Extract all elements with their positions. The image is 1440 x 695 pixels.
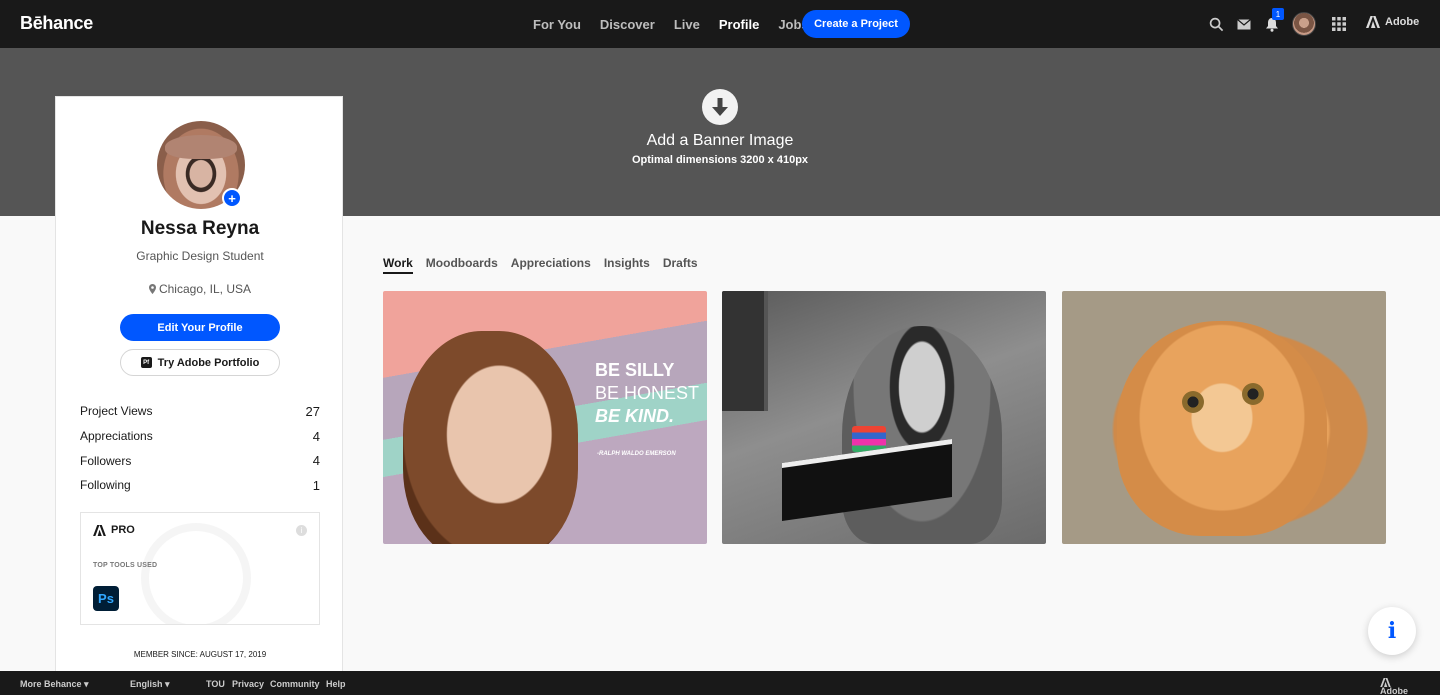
apps-grid-icon[interactable] — [1329, 14, 1349, 34]
footer-language[interactable]: English ▾ — [130, 679, 170, 690]
project-card-reader[interactable] — [722, 291, 1046, 544]
banner-subtitle: Optimal dimensions 3200 x 410px — [631, 154, 809, 166]
stat-row[interactable]: Following 1 — [80, 473, 320, 498]
stat-label: Appreciations — [80, 429, 153, 444]
profile-card: + Nessa Reyna Graphic Design Student Chi… — [55, 96, 343, 676]
banner-title: Add a Banner Image — [646, 132, 794, 149]
nav-profile[interactable]: Profile — [719, 17, 759, 32]
user-avatar[interactable] — [1292, 12, 1316, 36]
add-avatar-plus-icon[interactable]: + — [222, 188, 242, 208]
portfolio-icon: Pf — [140, 357, 152, 368]
nav-live[interactable]: Live — [674, 17, 700, 32]
top-navigation: Bēhance For You Discover Live Profile Jo… — [0, 0, 1440, 48]
profile-role: Graphic Design Student — [136, 249, 264, 263]
mail-icon[interactable] — [1234, 14, 1254, 34]
chalkboard-shape — [722, 291, 768, 411]
top-tools-label: TOP TOOLS USED — [93, 562, 158, 569]
project-card-cat[interactable] — [1062, 291, 1386, 544]
stat-value: 4 — [312, 428, 320, 444]
create-project-button[interactable]: Create a Project — [802, 10, 910, 38]
pro-watermark — [141, 523, 251, 624]
stat-value: 1 — [312, 477, 320, 493]
footer-link-tou[interactable]: TOU — [206, 679, 225, 689]
project-image-girl — [403, 331, 578, 544]
info-icon[interactable]: i — [296, 525, 307, 536]
adobe-pro-box: PRO i TOP TOOLS USED Ps — [80, 512, 320, 625]
adobe-label: Adobe — [1385, 16, 1420, 28]
quote-line: BE SILLY — [595, 360, 675, 380]
footer: More Behance ▾ English ▾ TOU Privacy Com… — [0, 671, 1440, 695]
location-text: Chicago, IL, USA — [158, 282, 252, 296]
try-adobe-portfolio-button[interactable]: Pf Try Adobe Portfolio — [120, 349, 280, 376]
nav-for-you[interactable]: For You — [533, 17, 581, 32]
footer-link-community[interactable]: Community — [270, 679, 320, 689]
stat-label: Following — [80, 478, 131, 493]
stat-row[interactable]: Project Views 27 — [80, 399, 320, 424]
project-card-quote[interactable]: BE SILLY BE HONEST BE KIND. -RALPH WALDO… — [383, 291, 707, 544]
location-pin-icon — [148, 284, 156, 294]
pro-header: PRO — [93, 524, 135, 536]
profile-name: Nessa Reyna — [140, 218, 260, 239]
footer-link-help[interactable]: Help — [326, 679, 346, 689]
search-icon[interactable] — [1206, 14, 1226, 34]
photoshop-icon[interactable]: Ps — [93, 586, 119, 611]
tab-work[interactable]: Work — [383, 256, 413, 274]
download-arrow-icon[interactable] — [702, 89, 738, 125]
quote-line: BE HONEST — [595, 383, 700, 403]
main-nav: For You Discover Live Profile Jobs — [533, 0, 828, 48]
member-since: MEMBER SINCE: AUGUST 17, 2019 — [133, 650, 267, 659]
nav-discover[interactable]: Discover — [600, 17, 655, 32]
adobe-logo-icon — [93, 524, 106, 536]
stat-row[interactable]: Appreciations 4 — [80, 424, 320, 449]
footer-more-behance[interactable]: More Behance ▾ — [20, 679, 89, 690]
adobe-logo-icon — [1366, 16, 1380, 28]
profile-tabs: Work Moodboards Appreciations Insights D… — [383, 256, 711, 274]
tab-moodboards[interactable]: Moodboards — [426, 256, 498, 274]
profile-location: Chicago, IL, USA — [56, 282, 344, 296]
portfolio-label: Try Adobe Portfolio — [157, 356, 260, 369]
footer-adobe[interactable]: Adobe — [1380, 678, 1408, 695]
cat-eye — [1242, 383, 1264, 405]
project-image-cat — [1117, 321, 1327, 536]
stat-label: Project Views — [80, 404, 153, 419]
stat-row[interactable]: Followers 4 — [80, 448, 320, 473]
quote-text: BE SILLY BE HONEST BE KIND. -RALPH WALDO… — [595, 359, 699, 458]
tab-appreciations[interactable]: Appreciations — [511, 256, 591, 274]
stat-value: 27 — [305, 403, 320, 419]
cat-eye — [1182, 391, 1204, 413]
profile-stats: Project Views 27 Appreciations 4 Followe… — [80, 399, 320, 498]
footer-adobe-label: Adobe — [1380, 686, 1408, 695]
quote-line: BE KIND. — [595, 406, 675, 426]
footer-link-privacy[interactable]: Privacy — [232, 679, 264, 689]
adobe-brand[interactable]: Adobe — [1366, 16, 1419, 28]
notification-badge: 1 — [1272, 8, 1284, 20]
stat-value: 4 — [312, 453, 320, 469]
info-float-button[interactable]: i — [1368, 607, 1416, 655]
pro-label: PRO — [111, 524, 135, 536]
avatar-hat-shape — [165, 135, 237, 159]
tab-drafts[interactable]: Drafts — [663, 256, 698, 274]
stat-label: Followers — [80, 453, 132, 468]
tab-insights[interactable]: Insights — [604, 256, 650, 274]
edit-profile-button[interactable]: Edit Your Profile — [120, 314, 280, 341]
behance-logo[interactable]: Bēhance — [20, 13, 93, 34]
quote-author: -RALPH WALDO EMERSON — [597, 451, 676, 457]
